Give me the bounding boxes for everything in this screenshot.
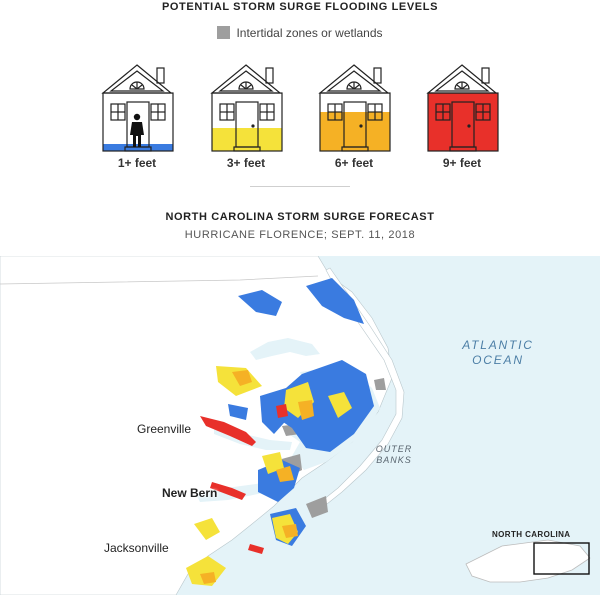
person-silhouette	[130, 113, 144, 147]
section-divider	[250, 186, 350, 187]
intertidal-label: Intertidal zones or wetlands	[236, 26, 383, 40]
house-1ft	[97, 62, 177, 157]
level-label-1ft: 1+ feet	[117, 156, 157, 170]
legend-title: POTENTIAL STORM SURGE FLOODING LEVELS	[161, 1, 439, 13]
house-6ft-icon	[318, 64, 391, 152]
outer-banks-label: OUTER BANKS	[370, 444, 418, 466]
atlantic-ocean-label: ATLANTIC OCEAN	[456, 338, 540, 368]
inset-state-label: NORTH CAROLINA	[492, 530, 571, 539]
level-label-9ft: 9+ feet	[442, 156, 482, 170]
house-1ft-icon	[101, 64, 174, 152]
intertidal-swatch	[217, 26, 231, 39]
level-label-3ft: 3+ feet	[226, 156, 266, 170]
banks-label-line1: OUTER	[375, 444, 413, 454]
map-subtitle: HURRICANE FLORENCE; SEPT. 11, 2018	[184, 229, 416, 241]
house-9ft-icon	[426, 64, 499, 152]
house-3ft	[206, 62, 286, 157]
banks-label-line2: BANKS	[376, 455, 412, 465]
intertidal-legend: Intertidal zones or wetlands	[0, 26, 600, 40]
map-canvas	[0, 255, 600, 596]
house-3ft-icon	[210, 64, 283, 152]
city-greenville: Greenville	[137, 422, 192, 436]
level-label-6ft: 6+ feet	[334, 156, 374, 170]
city-jacksonville: Jacksonville	[104, 541, 169, 555]
flood-fill-6ft	[320, 112, 390, 151]
map-title: NORTH CAROLINA STORM SURGE FORECAST	[165, 211, 435, 223]
house-6ft	[314, 62, 394, 157]
storm-surge-map[interactable]: Greenville New Bern Jacksonville ATLANTI…	[0, 255, 600, 596]
house-9ft	[422, 62, 502, 157]
ocean-label-line2: OCEAN	[472, 353, 524, 367]
ocean-label-line1: ATLANTIC	[462, 338, 534, 352]
city-new-bern: New Bern	[162, 486, 218, 500]
